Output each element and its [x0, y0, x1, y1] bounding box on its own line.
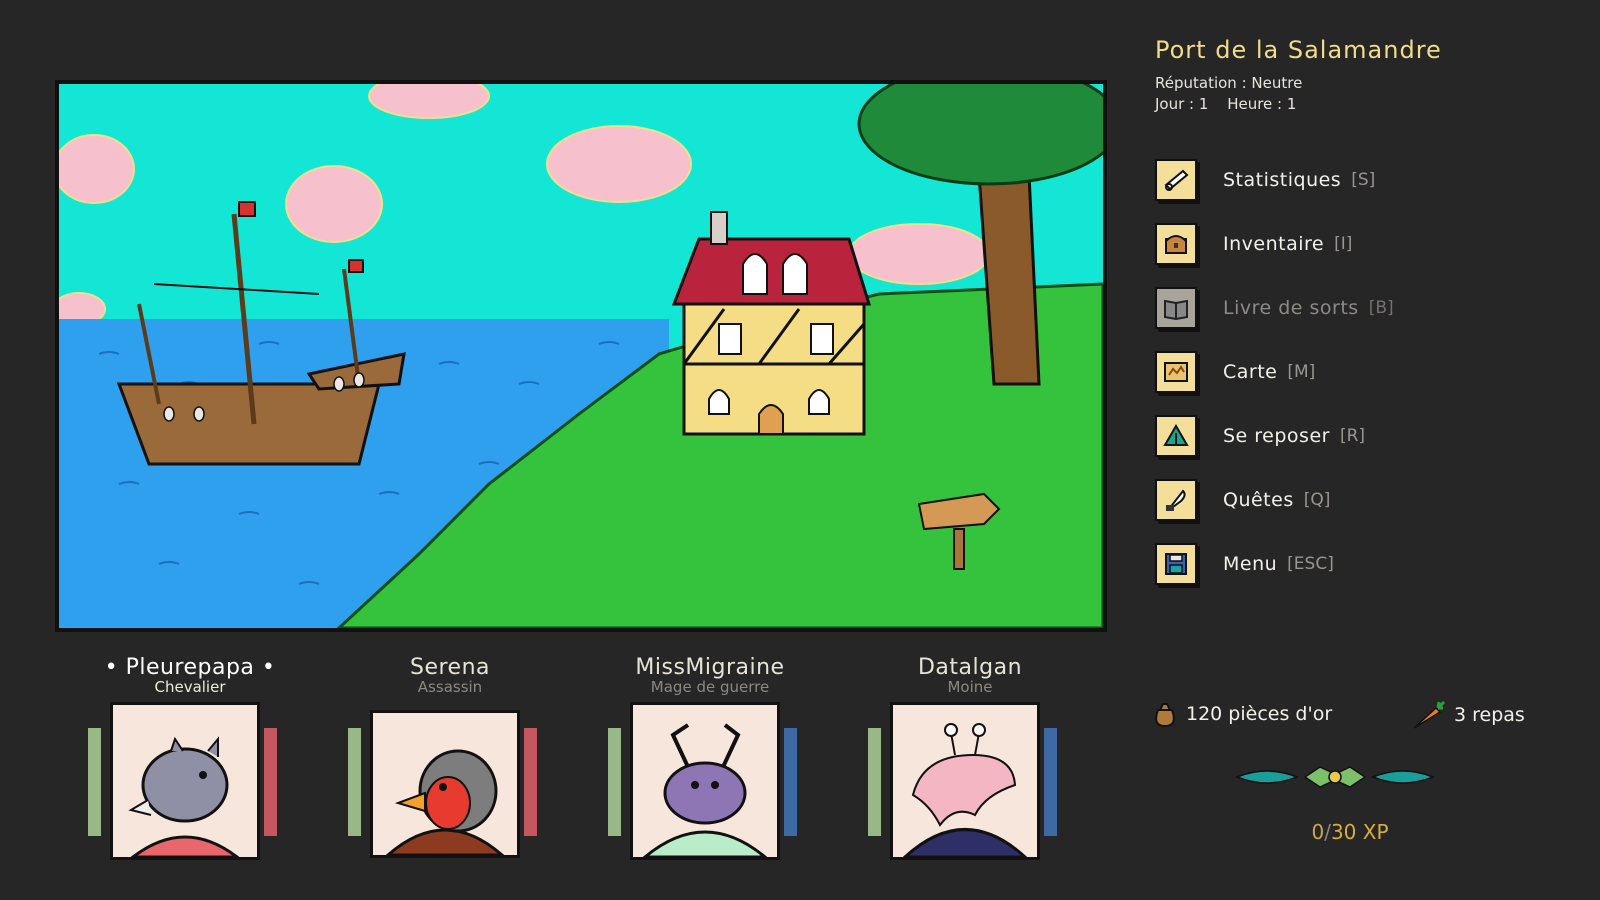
menu-shortcut: [B] [1368, 298, 1394, 318]
action-menu: Statistiques [S] Inventaire [I] Livre de… [1155, 158, 1575, 606]
menu-shortcut: [M] [1287, 362, 1316, 382]
scene-view [55, 80, 1107, 632]
menu-label: Menu [1223, 553, 1278, 575]
carrot-icon [1413, 700, 1446, 729]
reputation-label: Réputation : Neutre [1155, 74, 1303, 92]
menu-shortcut: [I] [1334, 234, 1353, 254]
scroll-icon [1155, 159, 1197, 201]
party-member-serena[interactable]: Serena Assassin [330, 655, 570, 862]
time-label: Jour : 1 Heure : 1 [1155, 95, 1310, 113]
xp-counter: 0/30 XP [1280, 820, 1420, 844]
house [671, 211, 872, 436]
party-member-class: Mage de guerre [650, 678, 770, 696]
gold-label: 120 pièces d'or [1186, 703, 1333, 725]
menu-item-carte[interactable]: Carte [M] [1155, 350, 1575, 394]
party-member-name: Datalgan [917, 655, 1023, 680]
menu-shortcut: [ESC] [1287, 554, 1334, 574]
party-member-name: Serena [409, 655, 491, 680]
mana-bar [524, 728, 537, 836]
xp-separator: / [1324, 820, 1331, 844]
menu-label: Inventaire [1223, 233, 1325, 255]
party-member-class: Assassin [417, 678, 483, 696]
party-member-class: Moine [947, 678, 993, 696]
menu-shortcut: [Q] [1303, 490, 1331, 510]
party-member-missmigraine[interactable]: MissMigraine Mage de guerre [590, 655, 830, 862]
snail-portrait [890, 702, 1040, 860]
mana-bar [264, 728, 277, 836]
party-member-pleurepapa[interactable]: • Pleurepapa • Chevalier [70, 655, 310, 862]
menu-item-livre-de-sorts[interactable]: Livre de sorts [B] [1155, 286, 1575, 330]
health-bar [608, 728, 621, 836]
meals-label: 3 repas [1454, 704, 1525, 726]
menu-label: Livre de sorts [1223, 297, 1359, 319]
hour-label: Heure : 1 [1227, 95, 1297, 113]
party-member-name: • Pleurepapa • [104, 655, 276, 680]
spellbook-icon [1155, 287, 1197, 329]
menu-label: Statistiques [1223, 169, 1342, 191]
party-member-class: Chevalier [154, 678, 226, 696]
quill-icon [1155, 479, 1197, 521]
chest-icon [1155, 223, 1197, 265]
menu-label: Se reposer [1223, 425, 1330, 447]
gold-counter: 120 pièces d'or [1152, 700, 1332, 728]
menu-item-statistiques[interactable]: Statistiques [S] [1155, 158, 1575, 202]
menu-label: Carte [1223, 361, 1278, 383]
mana-bar [784, 728, 797, 836]
health-bar [868, 728, 881, 836]
menu-item-quetes[interactable]: Quêtes [Q] [1155, 478, 1575, 522]
xp-current: 0 [1311, 820, 1325, 844]
health-bar [348, 728, 361, 836]
day-label: Jour : 1 [1155, 95, 1209, 113]
menu-shortcut: [S] [1351, 170, 1376, 190]
party-member-datalgan[interactable]: Datalgan Moine [850, 655, 1090, 862]
menu-label: Quêtes [1223, 489, 1294, 511]
tent-icon [1155, 415, 1197, 457]
mana-bar [1044, 728, 1057, 836]
save-disk-icon [1155, 543, 1197, 585]
map-icon [1155, 351, 1197, 393]
menu-item-menu[interactable]: Menu [ESC] [1155, 542, 1575, 586]
party-member-name: MissMigraine [635, 655, 785, 680]
beetle-portrait [630, 702, 780, 860]
health-bar [88, 728, 101, 836]
location-title: Port de la Salamandre [1155, 36, 1442, 64]
menu-shortcut: [R] [1339, 426, 1366, 446]
menu-item-se-reposer[interactable]: Se reposer [R] [1155, 414, 1575, 458]
money-bag-icon [1155, 703, 1175, 728]
xp-max: 30 [1330, 820, 1357, 844]
robin-portrait [370, 710, 520, 858]
xp-unit: XP [1356, 820, 1389, 844]
menu-item-inventaire[interactable]: Inventaire [I] [1155, 222, 1575, 266]
xp-ornament-icon [1235, 766, 1435, 788]
rhino-portrait [110, 702, 260, 860]
meals-counter: 3 repas [1410, 700, 1525, 730]
